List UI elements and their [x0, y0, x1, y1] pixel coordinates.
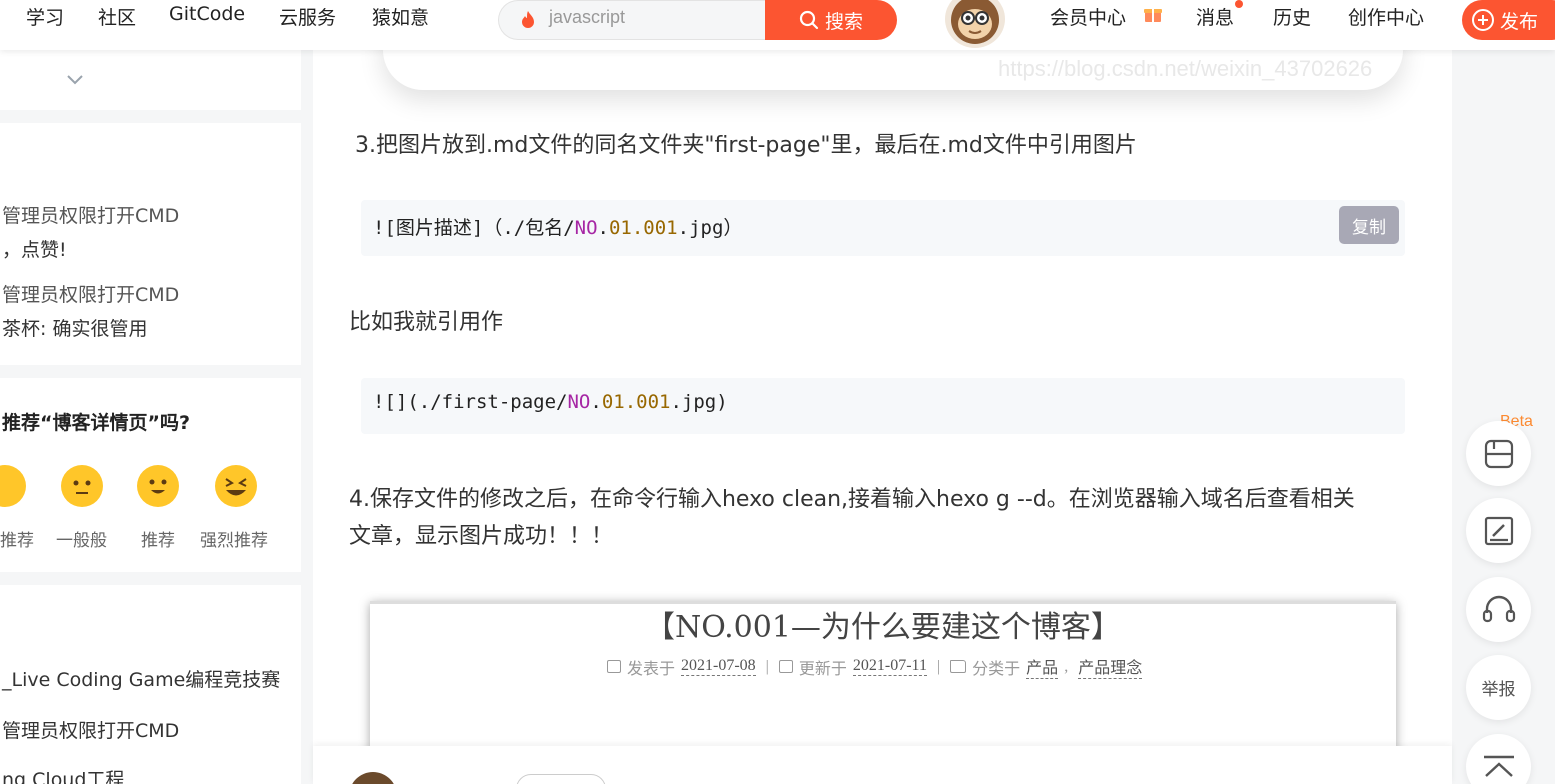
- recent-post-link[interactable]: ng Cloud工程: [2, 765, 124, 784]
- code-line-1: ![图片描述]（./包名/NO.01.001.jpg）: [373, 217, 743, 239]
- report-label: 举报: [1481, 680, 1516, 700]
- calendar-icon: [607, 660, 621, 673]
- search-input[interactable]: javascript: [498, 0, 768, 40]
- recent-comments-card: 管理员权限打开CMD ，点赞! 管理员权限打开CMD 茶杯: 确实很管用: [0, 123, 301, 365]
- calendar-check-icon: [778, 660, 793, 673]
- emoji-neutral-icon[interactable]: [61, 465, 103, 507]
- customer-service-button[interactable]: [1466, 577, 1531, 642]
- recent-post-link[interactable]: 管理员权限打开CMD: [2, 716, 179, 743]
- top-navbar: 学习 社区 GitCode 云服务 猿如意 javascript 搜索 会员中心: [0, 0, 1555, 50]
- survey-option-label: 推荐: [0, 531, 34, 551]
- bottom-author-bar: [313, 746, 1452, 784]
- comment-item[interactable]: 茶杯: 确实很管用: [2, 314, 147, 341]
- nav-link-learn[interactable]: 学习: [26, 3, 64, 30]
- back-to-top-icon: [1483, 755, 1514, 777]
- publish-button[interactable]: 发布: [1462, 0, 1555, 40]
- example-text: 比如我就引用作: [349, 310, 504, 335]
- blog-screenshot-image: 【NO.001—为什么要建这个博客】 发表于 2021-07-08 | 更新于 …: [370, 601, 1396, 746]
- chevron-down-icon[interactable]: [66, 74, 84, 86]
- screenshot-post-title: 【NO.001—为什么要建这个博客】: [645, 610, 1121, 645]
- nav-link-cloud[interactable]: 云服务: [279, 3, 336, 30]
- screenshot-post-meta: 发表于 2021-07-08 | 更新于 2021-07-11 | 分类于 产品…: [607, 654, 1143, 679]
- copy-code-button[interactable]: 复制: [1339, 206, 1399, 244]
- gift-icon: [1144, 9, 1162, 22]
- recent-posts-card: _Live Coding Game编程竞技赛 管理员权限打开CMD ng Clo…: [0, 585, 301, 784]
- ai-assistant-icon: [1484, 439, 1513, 468]
- monkey-avatar-icon: [951, 0, 999, 44]
- code-block-1: ![图片描述]（./包名/NO.01.001.jpg） 复制: [361, 200, 1405, 256]
- ai-assistant-button[interactable]: [1466, 421, 1531, 486]
- recent-post-link[interactable]: _Live Coding Game编程竞技赛: [2, 665, 280, 692]
- sidebar-collapse-card: [0, 50, 301, 110]
- hot-fire-icon: [522, 11, 534, 28]
- step-3-text: 3.把图片放到.md文件的同名文件夹"first-page"里，最后在.md文件…: [355, 133, 1137, 158]
- image-watermark: https://blog.csdn.net/weixin_43702626: [998, 56, 1373, 81]
- comment-item[interactable]: 管理员权限打开CMD: [2, 201, 179, 228]
- edit-icon: [1484, 516, 1513, 545]
- survey-option-label: 推荐: [141, 531, 175, 551]
- survey-option-label: 一般般: [56, 531, 107, 551]
- nav-link-community[interactable]: 社区: [98, 3, 136, 30]
- nav-link-messages[interactable]: 消息: [1196, 3, 1234, 30]
- back-to-top-button[interactable]: [1466, 734, 1531, 784]
- comment-item[interactable]: 管理员权限打开CMD: [2, 280, 179, 307]
- comment-item[interactable]: ，点赞!: [2, 235, 67, 262]
- headset-icon: [1482, 595, 1515, 622]
- emoji-laugh-icon[interactable]: [215, 465, 257, 507]
- code-line-2: ![](./first-page/NO.01.001.jpg): [373, 391, 728, 413]
- search-icon: [799, 10, 819, 30]
- survey-title: 推荐“博客详情页”吗?: [2, 412, 190, 434]
- message-badge-dot: [1235, 0, 1243, 8]
- report-button[interactable]: 举报: [1466, 655, 1531, 720]
- step-4-text-line-2: 文章，显示图片成功！！！: [349, 524, 614, 549]
- nav-link-vip[interactable]: 会员中心: [1050, 3, 1126, 30]
- plus-icon: [1472, 9, 1494, 31]
- step-4-text-line-1: 4.保存文件的修改之后，在命令行输入hexo clean,接着输入hexo g …: [349, 487, 1355, 512]
- article-content: https://blog.csdn.net/weixin_43702626 3.…: [313, 50, 1452, 746]
- search-button-label: 搜索: [824, 10, 863, 33]
- nav-link-history[interactable]: 历史: [1273, 3, 1311, 30]
- nav-link-gitcode[interactable]: GitCode: [169, 3, 245, 25]
- author-avatar[interactable]: [349, 772, 397, 784]
- nav-link-yuanruyi[interactable]: 猿如意: [372, 3, 429, 30]
- publish-button-label: 发布: [1500, 10, 1539, 33]
- emoji-smile-icon[interactable]: [137, 465, 179, 507]
- follow-button[interactable]: [516, 774, 606, 784]
- folder-icon: [950, 660, 967, 673]
- user-avatar[interactable]: [945, 0, 1005, 48]
- search-query: javascript: [549, 7, 626, 27]
- nav-link-creator-center[interactable]: 创作中心: [1348, 3, 1424, 30]
- write-note-button[interactable]: [1466, 498, 1531, 563]
- code-block-2: ![](./first-page/NO.01.001.jpg): [361, 378, 1405, 434]
- survey-option-label: 强烈推荐: [200, 531, 268, 551]
- search-button[interactable]: 搜索: [765, 0, 897, 40]
